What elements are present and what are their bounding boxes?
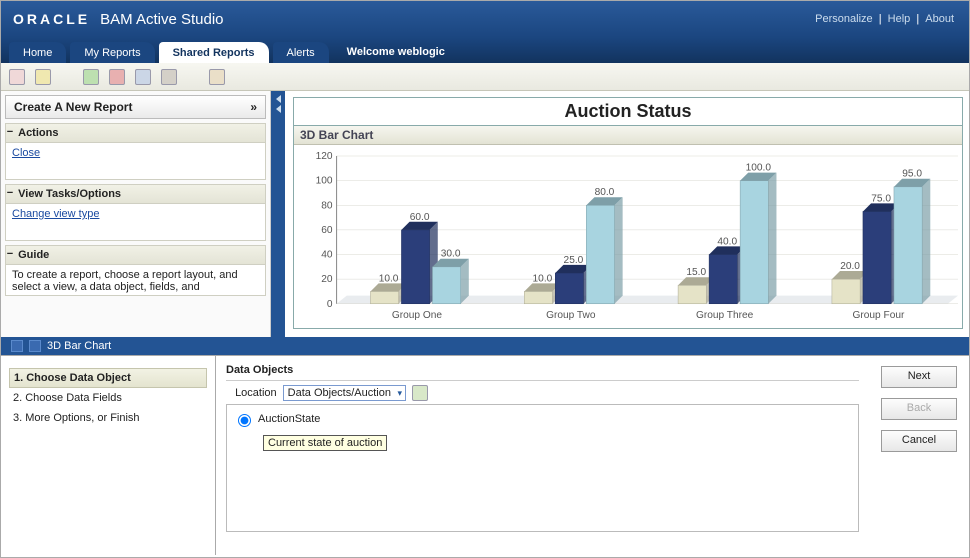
actions-panel: − Actions Close (5, 123, 266, 180)
properties-icon[interactable] (161, 69, 177, 85)
chart-plot-area: 0 20 40 60 80 100 120 10.0 60.0 30.0 Group One 10.0… (298, 152, 958, 324)
location-select[interactable]: Data Objects/Auction (283, 385, 406, 401)
chevron-right-icon: » (250, 100, 257, 114)
main-area: Create A New Report » − Actions Close − … (1, 91, 969, 337)
new-report-icon[interactable] (9, 69, 25, 85)
chart-title: Auction Status (564, 101, 691, 121)
svg-text:60.0: 60.0 (410, 212, 430, 223)
svg-text:40: 40 (321, 250, 333, 261)
svg-text:80.0: 80.0 (595, 187, 615, 198)
location-label: Location (235, 387, 277, 399)
svg-text:15.0: 15.0 (686, 267, 706, 278)
auction-state-label: AuctionState (258, 413, 320, 425)
wizard-steps: 1. Choose Data Object 2. Choose Data Fie… (1, 356, 216, 555)
tab-shared-reports[interactable]: Shared Reports (159, 42, 269, 63)
collapse-icon: − (5, 248, 15, 260)
tab-my-reports[interactable]: My Reports (70, 42, 154, 63)
left-panel: Create A New Report » − Actions Close − … (1, 91, 271, 337)
wizard-step-2[interactable]: 2. Choose Data Fields (13, 388, 203, 408)
svg-text:Group Three: Group Three (696, 310, 754, 321)
brand-logo: ORACLE (13, 11, 90, 27)
svg-text:25.0: 25.0 (564, 255, 584, 266)
wizard-area: 1. Choose Data Object 2. Choose Data Fie… (1, 355, 969, 555)
wizard-step-3[interactable]: 3. More Options, or Finish (13, 408, 203, 428)
data-object-row[interactable]: AuctionState (233, 411, 852, 427)
actions-header[interactable]: − Actions (6, 124, 265, 143)
svg-text:95.0: 95.0 (902, 169, 922, 180)
tooltip: Current state of auction (263, 435, 387, 451)
wizard-buttons: Next Back Cancel (869, 356, 969, 555)
auction-state-radio[interactable] (238, 414, 251, 427)
collapse-icon: − (5, 187, 15, 199)
collapse-arrow-icon (276, 95, 281, 103)
create-report-label: Create A New Report (14, 100, 132, 114)
wizard-title: Data Objects (226, 364, 859, 381)
panel-collapser[interactable] (271, 91, 285, 337)
svg-text:20.0: 20.0 (840, 261, 860, 272)
svg-text:Group Two: Group Two (546, 310, 596, 321)
tab-alerts[interactable]: Alerts (273, 42, 329, 63)
main-tabs: Home My Reports Shared Reports Alerts We… (1, 37, 969, 63)
view-tasks-body: Change view type (6, 204, 265, 240)
svg-text:100: 100 (316, 176, 333, 187)
actions-body: Close (6, 143, 265, 179)
layout-icon[interactable] (135, 69, 151, 85)
svg-text:Group Four: Group Four (853, 310, 905, 321)
view-icon (29, 340, 41, 352)
history-icon[interactable] (209, 69, 225, 85)
wizard-content: Data Objects Location Data Objects/Aucti… (216, 356, 869, 555)
personalize-link[interactable]: Personalize (815, 13, 872, 25)
svg-text:60: 60 (321, 225, 333, 236)
svg-text:10.0: 10.0 (533, 273, 553, 284)
app-header: ORACLE BAM Active Studio Personalize | H… (1, 1, 969, 37)
add-view-icon[interactable] (83, 69, 99, 85)
view-icon (11, 340, 23, 352)
guide-header[interactable]: − Guide (6, 246, 265, 265)
about-link[interactable]: About (925, 13, 954, 25)
product-name: BAM Active Studio (100, 11, 223, 28)
svg-text:10.0: 10.0 (379, 273, 399, 284)
create-report-button[interactable]: Create A New Report » (5, 95, 266, 119)
svg-text:120: 120 (316, 152, 333, 162)
view-tasks-title: View Tasks/Options (18, 188, 121, 200)
wizard-step-1[interactable]: 1. Choose Data Object (9, 368, 207, 388)
actions-title: Actions (18, 127, 58, 139)
view-tasks-panel: − View Tasks/Options Change view type (5, 184, 266, 241)
open-report-icon[interactable] (35, 69, 51, 85)
close-link[interactable]: Close (12, 147, 40, 159)
chart-title-bar: Auction Status (294, 98, 962, 126)
collapse-icon: − (5, 126, 15, 138)
svg-text:0: 0 (327, 299, 333, 310)
svg-text:Group One: Group One (392, 310, 443, 321)
view-caption-bar: 3D Bar Chart (1, 337, 969, 355)
data-object-list: AuctionState Current state of auction (226, 404, 859, 532)
chart-container: Auction Status 3D Bar Chart 0 20 40 60 80 100… (293, 97, 963, 329)
collapse-arrow-icon (276, 105, 281, 113)
svg-text:20: 20 (321, 274, 333, 285)
back-button: Back (881, 398, 957, 420)
chart-subtitle: 3D Bar Chart (294, 126, 962, 145)
guide-body: To create a report, choose a report layo… (6, 265, 265, 295)
delete-view-icon[interactable] (109, 69, 125, 85)
view-caption-label: 3D Bar Chart (47, 340, 111, 352)
svg-text:75.0: 75.0 (871, 193, 891, 204)
view-tasks-header[interactable]: − View Tasks/Options (6, 185, 265, 204)
svg-text:80: 80 (321, 200, 333, 211)
cancel-button[interactable]: Cancel (881, 430, 957, 452)
change-view-type-link[interactable]: Change view type (12, 208, 99, 220)
next-button[interactable]: Next (881, 366, 957, 388)
svg-text:40.0: 40.0 (717, 236, 737, 247)
refresh-icon[interactable] (412, 385, 428, 401)
svg-text:30.0: 30.0 (441, 249, 461, 260)
header-links: Personalize | Help | About (812, 13, 957, 25)
svg-text:100.0: 100.0 (746, 163, 772, 174)
chart-pane: Auction Status 3D Bar Chart 0 20 40 60 80 100… (271, 91, 969, 337)
toolbar (1, 63, 969, 91)
guide-panel: − Guide To create a report, choose a rep… (5, 245, 266, 296)
help-link[interactable]: Help (888, 13, 911, 25)
location-row: Location Data Objects/Auction (226, 385, 859, 401)
guide-title: Guide (18, 249, 49, 261)
welcome-label: Welcome weblogic (333, 41, 459, 63)
tab-home[interactable]: Home (9, 42, 66, 63)
